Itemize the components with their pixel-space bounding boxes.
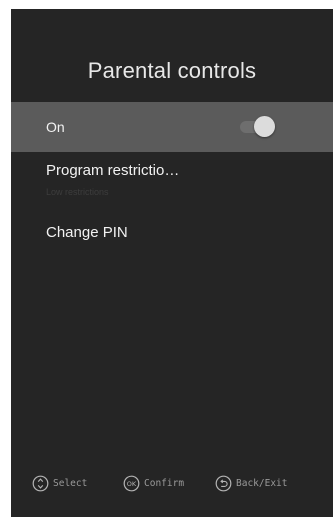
menu-item-sublabel: Low restrictions [46,187,109,197]
hint-confirm-label: Confirm [144,477,185,489]
hint-select: Select [32,472,87,494]
back-arrow-icon [215,475,232,491]
toggle-knob[interactable] [254,116,275,137]
hint-select-label: Select [53,477,88,489]
ok-icon-text: OK [127,480,137,488]
up-down-arrows-icon [32,475,49,491]
menu-item-program-restrictions[interactable]: Program restrictio… Low restrictions [11,159,333,209]
remote-hints-bar: Select OK Confirm Back/Exit [11,472,333,494]
ok-button-icon: OK [123,475,140,491]
menu-item-on-toggle[interactable]: On [11,102,333,152]
hint-back-exit: Back/Exit [215,472,287,494]
menu-item-label: Change PIN [46,224,128,241]
parental-controls-panel: Parental controls On Program restrictio…… [11,9,333,517]
hint-back-exit-label: Back/Exit [236,477,288,489]
menu-item-label: On [46,119,65,135]
page-title: Parental controls [87,58,257,83]
menu-item-label: Program restrictio… [46,162,180,179]
hint-confirm: OK Confirm [123,472,184,494]
menu-item-change-pin[interactable]: Change PIN [11,221,333,251]
